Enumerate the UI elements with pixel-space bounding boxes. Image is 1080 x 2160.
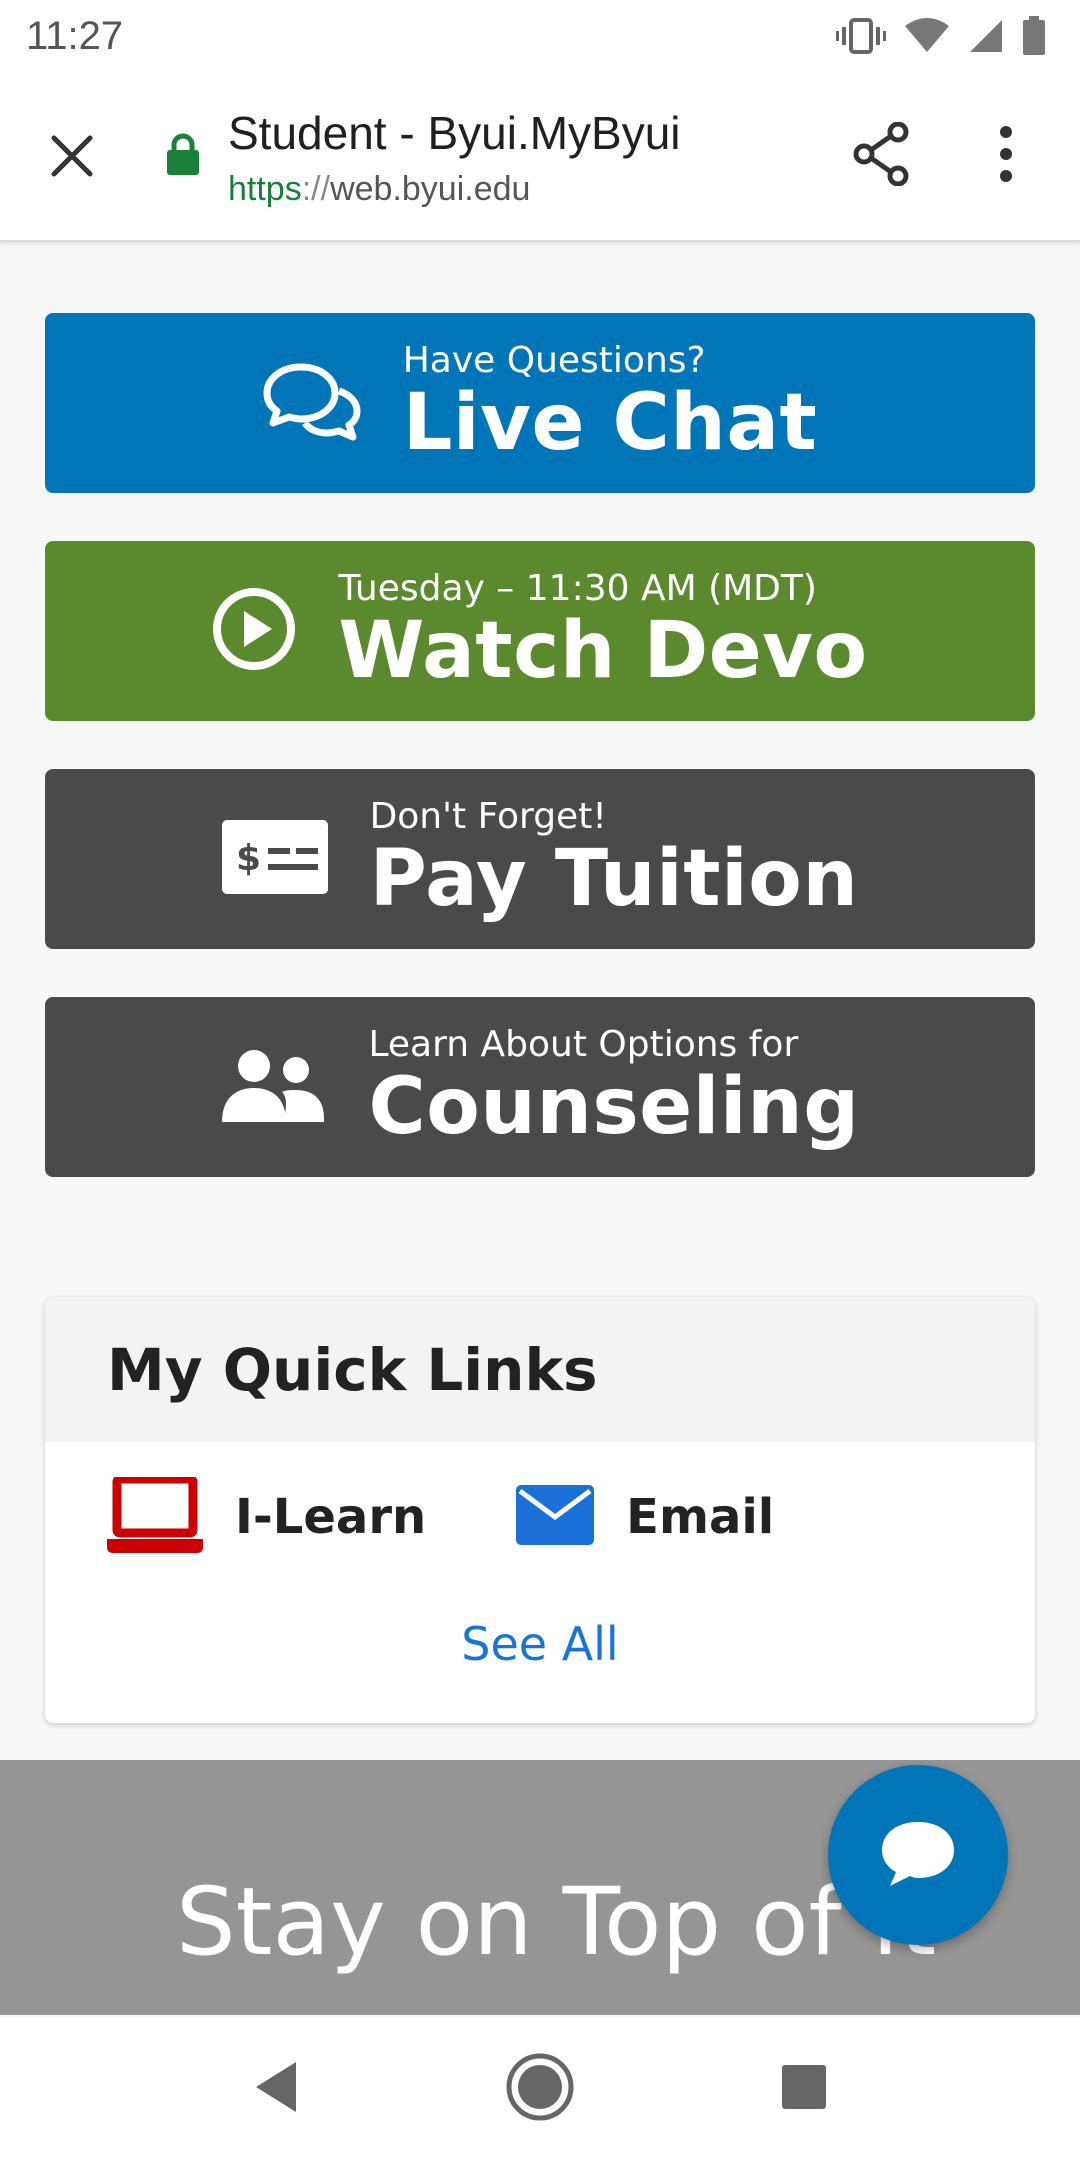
- signal-icon: [970, 20, 1002, 52]
- status-bar: 11:27: [0, 0, 1080, 72]
- quick-link-ilearn-label: I-Learn: [235, 1489, 427, 1545]
- more-vert-icon[interactable]: [996, 124, 1016, 188]
- chat-fab-button[interactable]: [828, 1765, 1008, 1945]
- page-url[interactable]: https://web.byui.edu: [228, 170, 530, 209]
- back-icon[interactable]: [252, 2060, 300, 2118]
- vibrate-icon: [836, 18, 886, 54]
- home-icon[interactable]: [505, 2052, 575, 2126]
- pay-tuition-subtitle: Don't Forget!: [369, 796, 607, 837]
- wifi-icon: [905, 18, 949, 52]
- close-icon[interactable]: [42, 126, 102, 186]
- pay-tuition-title: Pay Tuition: [369, 834, 859, 924]
- live-chat-subtitle: Have Questions?: [402, 340, 706, 381]
- page-title: Student - Byui.MyByui: [228, 107, 681, 159]
- svg-text:$: $: [236, 838, 261, 879]
- banner-heading: Stay on Top of It: [176, 1868, 937, 1977]
- watch-devo-title: Watch Devo: [338, 606, 868, 696]
- pay-tuition-button[interactable]: $ Don't Forget! Pay Tuition: [45, 769, 1035, 949]
- browser-toolbar: Student - Byui.MyByui https://web.byui.e…: [0, 72, 1080, 242]
- chat-bubbles-icon: [263, 361, 361, 445]
- status-time: 11:27: [26, 13, 124, 58]
- quick-links-card: My Quick Links I-Learn Email See All: [45, 1297, 1035, 1723]
- quick-link-email-label: Email: [626, 1489, 775, 1545]
- chat-icon: [878, 1818, 958, 1892]
- url-scheme: https: [228, 170, 302, 208]
- recents-icon[interactable]: [780, 2063, 828, 2115]
- watch-devo-button[interactable]: Tuesday – 11:30 AM (MDT) Watch Devo: [45, 541, 1035, 721]
- quick-link-email[interactable]: Email: [516, 1485, 774, 1549]
- counseling-title: Counseling: [368, 1062, 860, 1152]
- url-host: web.byui.edu: [330, 170, 531, 208]
- lock-icon: [166, 132, 200, 180]
- users-icon: [220, 1048, 326, 1126]
- quick-links-header: My Quick Links: [45, 1297, 1035, 1442]
- live-chat-title: Live Chat: [402, 378, 818, 468]
- see-all-link[interactable]: See All: [45, 1617, 1035, 1671]
- play-circle-icon: [212, 587, 296, 675]
- share-icon[interactable]: [852, 121, 912, 190]
- counseling-subtitle: Learn About Options for: [368, 1024, 799, 1065]
- quick-links-row: I-Learn Email: [107, 1474, 864, 1557]
- system-nav-bar: [0, 2018, 1080, 2160]
- counseling-button[interactable]: Learn About Options for Counseling: [45, 997, 1035, 1177]
- status-icons: [836, 16, 1046, 56]
- quick-link-ilearn[interactable]: I-Learn: [107, 1474, 427, 1557]
- money-check-icon: $: [221, 820, 328, 898]
- envelope-icon: [516, 1485, 595, 1549]
- watch-devo-subtitle: Tuesday – 11:30 AM (MDT): [338, 568, 817, 609]
- quick-links-title: My Quick Links: [107, 1335, 598, 1404]
- battery-icon: [1023, 16, 1045, 55]
- live-chat-button[interactable]: Have Questions? Live Chat: [45, 313, 1035, 493]
- laptop-icon: [107, 1474, 203, 1557]
- url-separator: ://: [301, 170, 331, 208]
